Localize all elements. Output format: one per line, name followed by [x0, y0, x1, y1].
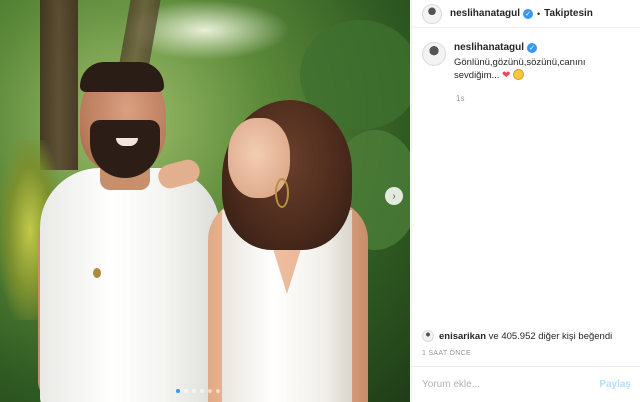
separator-dot: •	[537, 8, 541, 19]
caption-time[interactable]: 1s	[456, 94, 640, 103]
necklace-pendant	[93, 268, 101, 278]
post-photo[interactable]: ›	[0, 0, 410, 402]
liker-username[interactable]: enisarikan	[439, 331, 486, 342]
carousel-dot	[216, 389, 220, 393]
header-username[interactable]: neslihanatagul	[450, 8, 520, 19]
liker-avatar[interactable]	[422, 330, 434, 342]
caption-block: neslihanatagul ✓ Gönlünü,gözünü,sözünü,c…	[412, 28, 640, 82]
man-shirt	[40, 168, 220, 402]
carousel-dot	[184, 389, 188, 393]
carousel-dot	[200, 389, 204, 393]
caption-avatar[interactable]	[422, 42, 446, 66]
carousel-dot	[208, 389, 212, 393]
post-header: neslihanatagul ✓ • Takiptesin	[412, 0, 640, 28]
likes-text: enisarikan ve 405.952 diğer kişi beğendi	[439, 331, 612, 342]
post-timestamp[interactable]: 1 SAAT ÖNCE	[422, 350, 471, 357]
comment-input[interactable]	[422, 379, 600, 390]
next-slide-button[interactable]: ›	[385, 187, 403, 205]
heart-emoji-icon: ❤	[502, 70, 511, 81]
verified-icon: ✓	[527, 42, 538, 53]
post-sidebar: neslihanatagul ✓ • Takiptesin neslihanat…	[411, 0, 640, 402]
follow-status-button[interactable]: Takiptesin	[544, 8, 593, 19]
avatar[interactable]	[422, 3, 442, 24]
verified-icon: ✓	[523, 8, 534, 19]
share-button[interactable]: Paylaş	[599, 379, 631, 390]
comment-box: Paylaş	[412, 366, 640, 402]
likes-row: enisarikan ve 405.952 diğer kişi beğendi	[422, 330, 612, 342]
carousel-dots	[176, 389, 220, 393]
caption-text: Gönlünü,gözünü,sözünü,canını sevdiğim...…	[454, 56, 604, 82]
earring	[275, 178, 289, 208]
man-hair	[80, 62, 164, 92]
caption-user-row: neslihanatagul ✓	[454, 42, 604, 53]
caption-username[interactable]: neslihanatagul	[454, 42, 524, 53]
smile-emoji-icon	[513, 69, 525, 80]
carousel-dot	[176, 389, 180, 393]
carousel-dot	[192, 389, 196, 393]
caption-body: neslihanatagul ✓ Gönlünü,gözünü,sözünü,c…	[454, 42, 604, 82]
likes-count[interactable]: ve 405.952 diğer kişi beğendi	[489, 331, 613, 342]
chevron-right-icon: ›	[392, 190, 396, 202]
